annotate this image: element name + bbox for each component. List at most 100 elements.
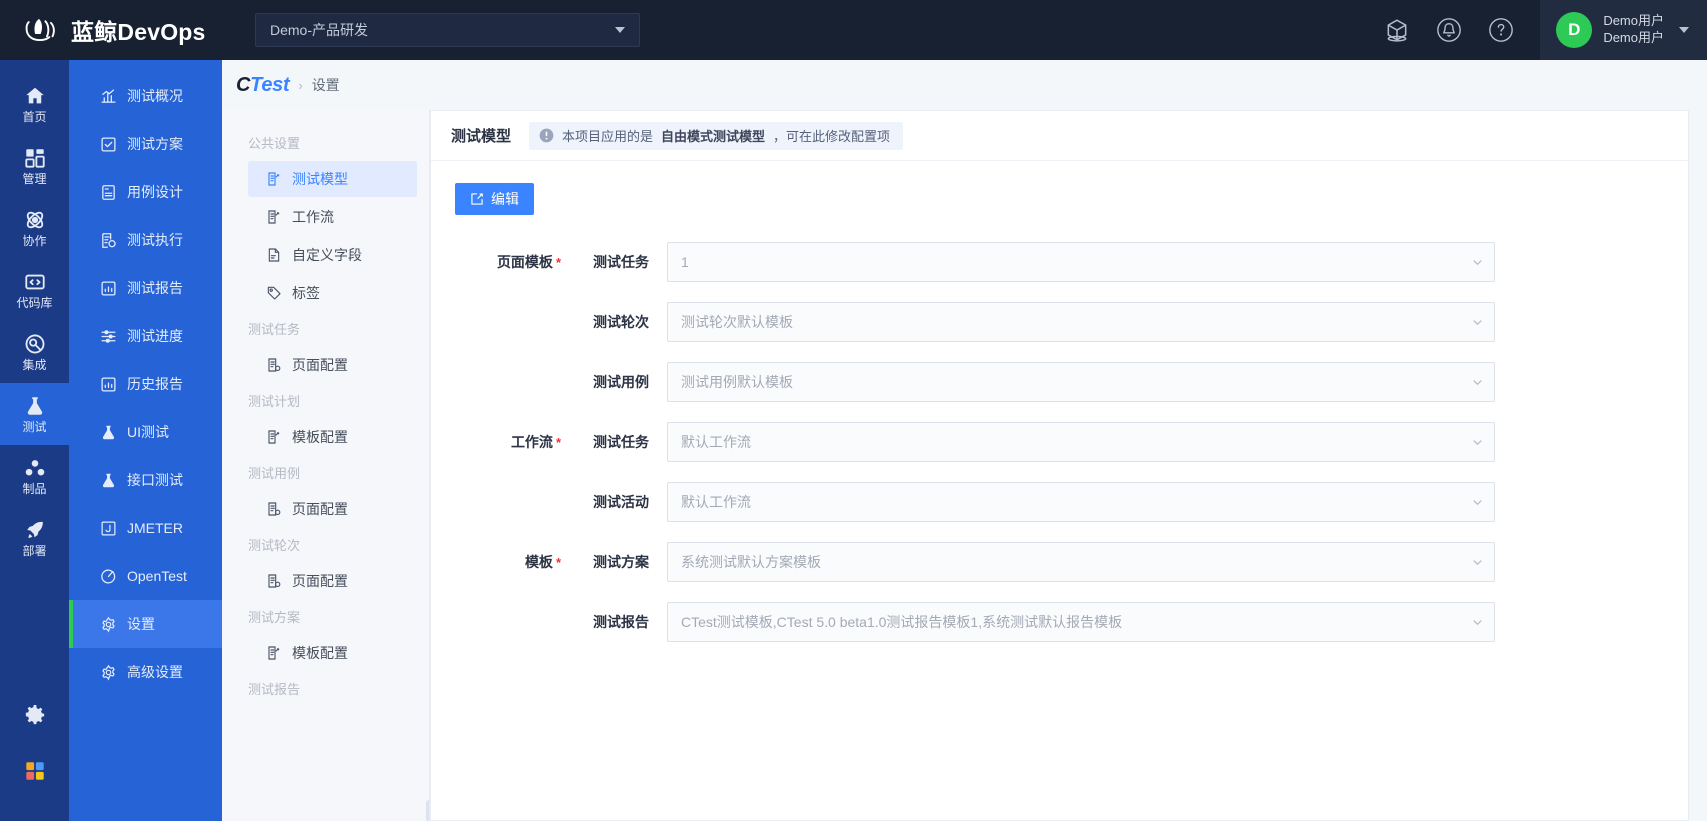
gear-icon	[102, 616, 115, 632]
form-field-label: 测试方案	[593, 554, 649, 570]
settings-item-round-page-config[interactable]: 页面配置	[248, 563, 417, 599]
breadcrumb-leaf: 设置	[311, 77, 340, 93]
settings-panel: 测试模型 本项目应用的是 自由模式测试模型 ，可在此修改配置项 编辑 页面模板 …	[430, 110, 1689, 821]
rail-item-integration[interactable]: 集成	[0, 321, 69, 383]
select-value: 默认工作流	[681, 434, 751, 450]
rail-item-manage[interactable]: 管理	[0, 135, 69, 197]
settings-item-tag[interactable]: 标签	[248, 275, 417, 311]
subnav-item-plan[interactable]: 测试方案	[69, 120, 222, 168]
settings-item-task-page-config[interactable]: 页面配置	[248, 347, 417, 383]
rail-item-home[interactable]: 首页	[0, 73, 69, 135]
select-value: 系统测试默认方案模板	[681, 554, 821, 570]
dashboard-icon	[24, 149, 45, 168]
settings-item-label: 测试模型	[292, 171, 348, 187]
select-value: 测试轮次默认模板	[681, 314, 793, 330]
subnav-item-history-report[interactable]: 历史报告	[69, 360, 222, 408]
model-doc-icon	[268, 172, 280, 186]
subnav-item-progress[interactable]: 测试进度	[69, 312, 222, 360]
integration-icon	[25, 334, 44, 354]
notice-bold: 自由模式测试模型	[661, 129, 766, 144]
subnav-item-jmeter[interactable]: JMETER	[69, 504, 222, 552]
project-selector[interactable]: Demo-产品研发	[255, 13, 640, 47]
settings-item-label: 标签	[292, 285, 320, 301]
form-row: 页面模板 * 测试任务 1	[455, 242, 1662, 282]
select-template-report[interactable]: CTest测试模板,CTest 5.0 beta1.0测试报告模板1,系统测试默…	[667, 602, 1495, 642]
select-template-scheme[interactable]: 系统测试默认方案模板	[667, 542, 1495, 582]
rail-item-deploy[interactable]: 部署	[0, 507, 69, 569]
chevron-down-icon	[1473, 320, 1482, 325]
settings-group-title: 公共设置	[248, 136, 301, 151]
settings-item-scheme-template-config[interactable]: 模板配置	[248, 635, 417, 671]
settings-item-label: 页面配置	[292, 501, 348, 517]
settings-item-case-page-config[interactable]: 页面配置	[248, 491, 417, 527]
rail-item-settings[interactable]	[0, 687, 69, 743]
page-config-icon	[268, 502, 281, 516]
edit-button[interactable]: 编辑	[455, 183, 534, 215]
select-page-template-case[interactable]: 测试用例默认模板	[667, 362, 1495, 402]
subnav-item-advanced-settings[interactable]: 高级设置	[69, 648, 222, 696]
history-report-icon	[101, 376, 116, 392]
subnav-item-ui-test[interactable]: UI测试	[69, 408, 222, 456]
select-workflow-task[interactable]: 默认工作流	[667, 422, 1495, 462]
execute-icon	[102, 232, 116, 248]
settings-item-label: 工作流	[292, 209, 334, 225]
user-menu[interactable]: D Demo用户 Demo用户	[1540, 0, 1707, 60]
settings-item-label: 模板配置	[292, 429, 348, 445]
select-page-template-round[interactable]: 测试轮次默认模板	[667, 302, 1495, 342]
settings-item-custom-field[interactable]: 自定义字段	[248, 237, 417, 273]
subnav-item-execution[interactable]: 测试执行	[69, 216, 222, 264]
brand[interactable]: 蓝鲸DevOps	[0, 13, 255, 47]
rail-item-artifact[interactable]: 制品	[0, 445, 69, 507]
settings-group-title: 测试任务	[248, 322, 301, 337]
template-config-icon	[268, 646, 280, 660]
apps-grid-icon	[25, 762, 44, 780]
breadcrumb: CTest › 设置	[222, 60, 1707, 110]
subnav-item-report[interactable]: 测试报告	[69, 264, 222, 312]
select-value: 1	[681, 254, 689, 270]
rail-item-label: 首页	[22, 110, 47, 124]
required-marker: *	[555, 255, 561, 270]
subnav-item-api-test[interactable]: 接口测试	[69, 456, 222, 504]
select-workflow-activity[interactable]: 默认工作流	[667, 482, 1495, 522]
subnav-item-case-design[interactable]: 用例设计	[69, 168, 222, 216]
settings-item-test-model[interactable]: 测试模型	[248, 161, 417, 197]
rail-item-test[interactable]: 测试	[0, 383, 69, 445]
flask-icon	[102, 473, 115, 487]
form-field-label: 测试任务	[593, 254, 649, 270]
breadcrumb-root[interactable]: CTest	[236, 73, 290, 97]
form-group-label-text: 模板	[524, 554, 553, 570]
subnav-item-label: UI测试	[127, 424, 169, 440]
settings-item-plan-template-config[interactable]: 模板配置	[248, 419, 417, 455]
select-value: 测试用例默认模板	[681, 374, 793, 390]
rail-item-apps[interactable]	[0, 743, 69, 799]
panel-body: 编辑 页面模板 * 测试任务 1 测试轮次 测试轮次默认模板 测试用例 测试用例…	[431, 161, 1688, 820]
settings-item-workflow[interactable]: 工作流	[248, 199, 417, 235]
rail-item-collab[interactable]: 协作	[0, 197, 69, 259]
settings-group-title: 测试计划	[248, 394, 301, 409]
check-square-icon	[101, 136, 116, 152]
rail-item-coderepo[interactable]: 代码库	[0, 259, 69, 321]
app-root: 蓝鲸DevOps Demo-产品研发 D Demo用户 Demo用户 首页 管理…	[0, 0, 1707, 821]
sidebar-collapse-button[interactable]	[426, 800, 429, 821]
cube-icon[interactable]	[1384, 17, 1410, 43]
rail-item-label: 管理	[22, 172, 47, 186]
subnav-item-overview[interactable]: 测试概况	[69, 72, 222, 120]
subnav-item-opentest[interactable]: OpenTest	[69, 552, 222, 600]
bell-icon[interactable]	[1436, 17, 1462, 43]
settings-nav: 公共设置 测试模型 工作流 自定义字段 标签 测试任务 页面配置 测试计划 模板…	[222, 110, 430, 821]
breadcrumb-root-prefix: C	[236, 73, 251, 96]
select-page-template-task[interactable]: 1	[667, 242, 1495, 282]
progress-icon	[101, 329, 116, 343]
subnav-item-settings[interactable]: 设置	[69, 600, 222, 648]
edit-pencil-icon	[471, 193, 483, 205]
form-field-label: 测试用例	[593, 374, 649, 390]
report-icon	[101, 280, 116, 296]
subnav-item-label: 用例设计	[127, 184, 183, 200]
body: 首页 管理 协作 代码库 集成 测试 制品 部署 测试概况 测试方案 用例设计 …	[0, 60, 1707, 821]
chevron-down-icon	[1473, 620, 1482, 625]
form-row: 模板 * 测试方案 系统测试默认方案模板	[455, 542, 1662, 582]
notice-prefix: 本项目应用的是	[562, 129, 654, 144]
top-icon-group	[1384, 17, 1540, 43]
help-circle-icon[interactable]	[1488, 17, 1514, 43]
form-row: 测试轮次 测试轮次默认模板	[455, 302, 1662, 342]
